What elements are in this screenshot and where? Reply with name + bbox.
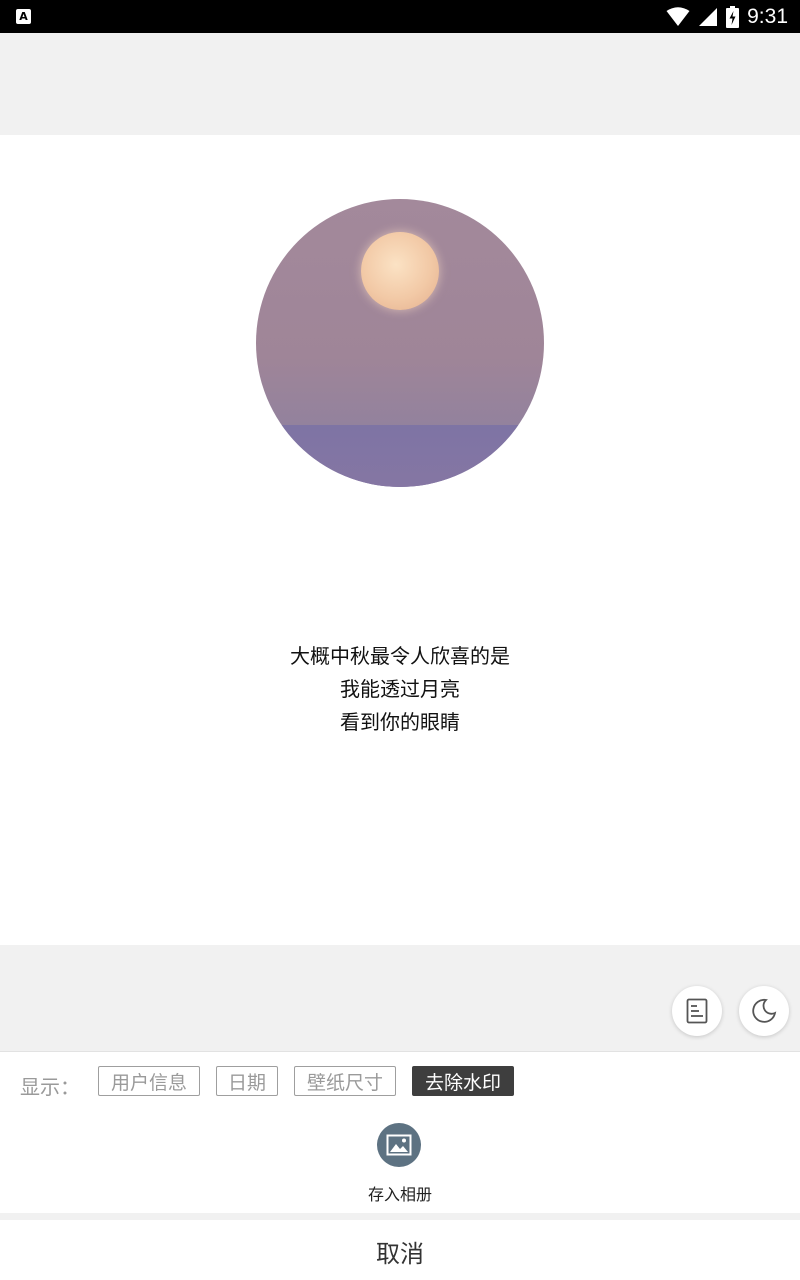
- quote-line-2: 我能透过月亮: [340, 677, 460, 701]
- chip-user-info[interactable]: 用户信息: [98, 1066, 200, 1096]
- save-to-album-button[interactable]: 存入相册: [350, 1121, 450, 1211]
- quote-line-3: 看到你的眼睛: [340, 710, 460, 734]
- status-icons: 9:31: [666, 0, 788, 33]
- image-icon: [377, 1123, 421, 1167]
- cancel-button[interactable]: 取消: [0, 1220, 800, 1280]
- document-icon: [686, 998, 708, 1024]
- clock: 9:31: [747, 4, 788, 28]
- signal-icon: [699, 7, 718, 26]
- quote-text: 大概中秋最令人欣喜的是 我能透过月亮 看到你的眼睛: [0, 640, 800, 739]
- wifi-icon: [666, 6, 690, 26]
- moon-photo: [256, 199, 544, 487]
- battery-charging-icon: [726, 5, 740, 28]
- photo-horizon: [256, 425, 544, 487]
- chip-date[interactable]: 日期: [216, 1066, 278, 1096]
- moon-icon: [752, 998, 777, 1023]
- document-button[interactable]: [672, 986, 722, 1036]
- display-label: 显示：: [20, 1075, 80, 1099]
- moon-image: [361, 232, 439, 310]
- action-bar: 存入相册: [0, 1111, 800, 1213]
- theme-toggle-button[interactable]: [739, 986, 789, 1036]
- app-notification-icon: A: [16, 9, 31, 24]
- chip-remove-watermark[interactable]: 去除水印: [412, 1066, 514, 1096]
- wallpaper-preview-card: 大概中秋最令人欣喜的是 我能透过月亮 看到你的眼睛: [0, 135, 800, 945]
- chip-wallpaper-size[interactable]: 壁纸尺寸: [294, 1066, 396, 1096]
- display-options-bar: 显示： 用户信息 日期 壁纸尺寸 去除水印: [0, 1051, 800, 1112]
- status-bar: A 9:31: [0, 0, 800, 33]
- cancel-label: 取消: [376, 1240, 424, 1268]
- save-to-album-label: 存入相册: [367, 1185, 432, 1204]
- quote-line-1: 大概中秋最令人欣喜的是: [290, 644, 510, 668]
